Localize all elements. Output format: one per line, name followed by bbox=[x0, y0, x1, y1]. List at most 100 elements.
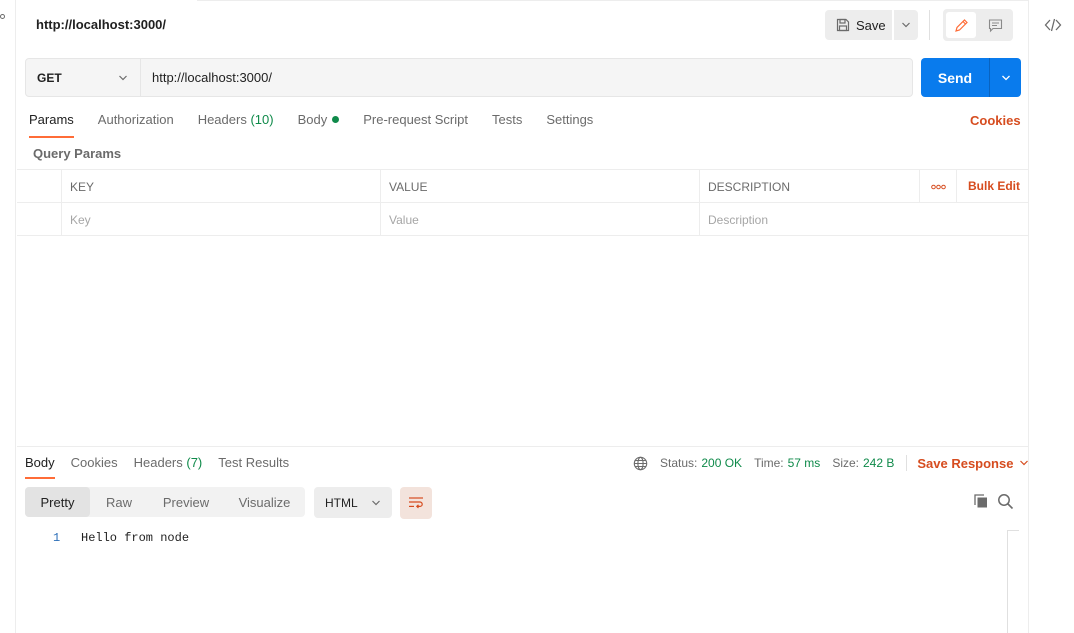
editor-scrollbar[interactable] bbox=[1007, 530, 1019, 633]
more-icon bbox=[930, 184, 946, 189]
sidebar-dot-icon bbox=[0, 14, 5, 19]
pencil-icon bbox=[954, 18, 968, 32]
headers-count-badge: (10) bbox=[250, 112, 274, 127]
tab-authorization[interactable]: Authorization bbox=[98, 112, 174, 138]
send-options-button[interactable] bbox=[989, 58, 1021, 97]
save-response-button[interactable]: Save Response bbox=[917, 456, 1029, 471]
request-tabs: Params Authorization Headers (10) Body P… bbox=[29, 112, 617, 138]
tab-label: Test Results bbox=[218, 455, 290, 470]
tab-params[interactable]: Params bbox=[29, 112, 74, 138]
chevron-down-icon bbox=[119, 75, 127, 80]
chevron-down-icon bbox=[902, 22, 910, 28]
key-cell bbox=[62, 203, 381, 236]
method-select[interactable]: GET bbox=[26, 59, 141, 96]
left-sidebar-collapsed bbox=[0, 0, 16, 633]
value-cell bbox=[381, 203, 700, 236]
toolbar-divider bbox=[929, 10, 930, 40]
code-line: Hello from node bbox=[81, 531, 190, 545]
description-cell bbox=[700, 203, 1028, 236]
column-key: KEY bbox=[62, 170, 381, 203]
tab-body[interactable]: Body bbox=[298, 112, 340, 138]
save-response-label: Save Response bbox=[917, 455, 1014, 471]
tab-label: Headers bbox=[197, 112, 247, 127]
send-group: Send bbox=[921, 58, 1021, 97]
response-meta: Status: 200 OK Time: 57 ms Size: 242 B S… bbox=[633, 455, 1029, 471]
line-number: 1 bbox=[53, 531, 61, 545]
save-icon bbox=[836, 18, 850, 32]
copy-icon[interactable] bbox=[973, 493, 989, 509]
language-select[interactable]: HTML bbox=[314, 487, 392, 518]
chevron-down-icon bbox=[1001, 75, 1010, 80]
tab-request[interactable]: http://localhost:3000/ bbox=[25, 0, 367, 48]
key-input[interactable] bbox=[70, 212, 380, 227]
params-header-row: KEY VALUE DESCRIPTION Bulk Edit bbox=[17, 170, 1028, 203]
tab-pre-request-script[interactable]: Pre-request Script bbox=[363, 112, 468, 138]
tab-label: Params bbox=[29, 112, 74, 127]
tab-label: Cookies bbox=[70, 455, 118, 470]
url-input[interactable] bbox=[141, 59, 912, 96]
view-raw-button[interactable]: Raw bbox=[90, 487, 148, 517]
method-label: GET bbox=[37, 70, 62, 85]
comment-mode-button[interactable] bbox=[980, 12, 1010, 38]
save-options-button[interactable] bbox=[894, 10, 918, 40]
tab-settings[interactable]: Settings bbox=[546, 112, 593, 138]
response-tab-body[interactable]: Body bbox=[25, 455, 55, 479]
table-row bbox=[17, 203, 1028, 236]
send-button[interactable]: Send bbox=[921, 58, 989, 97]
comment-icon bbox=[988, 18, 1002, 32]
body-indicator-dot bbox=[332, 116, 340, 123]
url-bar: GET bbox=[25, 58, 913, 97]
tab-label: Headers bbox=[133, 455, 183, 470]
value-input[interactable] bbox=[389, 212, 699, 227]
view-pretty-button[interactable]: Pretty bbox=[25, 487, 90, 517]
row-checkbox-cell bbox=[17, 203, 62, 236]
tab-label: Authorization bbox=[97, 112, 174, 127]
params-checkbox-column bbox=[17, 170, 62, 203]
right-context-bar bbox=[1028, 0, 1074, 633]
mode-toggle bbox=[943, 9, 1013, 41]
search-icon[interactable] bbox=[997, 493, 1014, 510]
save-button[interactable]: Save bbox=[825, 10, 892, 40]
description-input[interactable] bbox=[708, 212, 1028, 227]
tab-label: Pre-request Script bbox=[363, 112, 468, 127]
params-table: KEY VALUE DESCRIPTION Bulk Edit bbox=[17, 169, 1028, 236]
status-value[interactable]: 200 OK bbox=[701, 456, 742, 470]
response-tabs: Body Cookies Headers (7) Test Results bbox=[25, 455, 305, 479]
tab-label: Body bbox=[25, 455, 55, 470]
status-label: Status: bbox=[660, 456, 698, 470]
chevron-down-icon bbox=[372, 500, 380, 505]
size-label: Size: bbox=[832, 456, 859, 470]
wrap-lines-button[interactable] bbox=[400, 487, 432, 519]
code-icon[interactable] bbox=[1044, 16, 1062, 34]
bulk-edit-button[interactable]: Bulk Edit bbox=[968, 179, 1020, 193]
cookies-link[interactable]: Cookies bbox=[970, 113, 1021, 128]
tab-strip-border bbox=[359, 0, 1028, 1]
response-tab-headers[interactable]: Headers (7) bbox=[134, 455, 203, 479]
tab-label: Settings bbox=[546, 112, 594, 127]
tab-title: http://localhost:3000/ bbox=[36, 17, 167, 32]
response-headers-count: (7) bbox=[186, 455, 203, 470]
edit-mode-button[interactable] bbox=[946, 12, 976, 38]
meta-divider bbox=[906, 455, 908, 471]
response-tab-test-results[interactable]: Test Results bbox=[218, 455, 289, 479]
save-group: Save bbox=[825, 10, 918, 40]
save-button-label: Save bbox=[856, 17, 886, 33]
tab-headers[interactable]: Headers (10) bbox=[198, 112, 274, 138]
view-preview-button[interactable]: Preview bbox=[148, 487, 224, 517]
tab-tests[interactable]: Tests bbox=[492, 112, 522, 138]
size-value[interactable]: 242 B bbox=[863, 456, 894, 470]
time-label: Time: bbox=[754, 456, 784, 470]
column-options-button[interactable] bbox=[920, 170, 957, 203]
response-pane-divider[interactable] bbox=[17, 446, 1028, 447]
time-value[interactable]: 57 ms bbox=[788, 456, 821, 470]
request-workspace: http://localhost:3000/ Save GET http://l… bbox=[17, 0, 1029, 633]
language-label: HTML bbox=[325, 495, 358, 510]
response-body-editor[interactable]: 1 Hello from node bbox=[17, 528, 1007, 633]
globe-icon[interactable] bbox=[633, 456, 648, 471]
view-mode-group: Pretty Raw Preview Visualize bbox=[25, 487, 305, 517]
view-visualize-button[interactable]: Visualize bbox=[224, 487, 305, 517]
column-value: VALUE bbox=[381, 170, 700, 203]
tab-gap-border bbox=[197, 0, 367, 1]
wrap-lines-icon bbox=[409, 497, 423, 509]
response-tab-cookies[interactable]: Cookies bbox=[71, 455, 118, 479]
